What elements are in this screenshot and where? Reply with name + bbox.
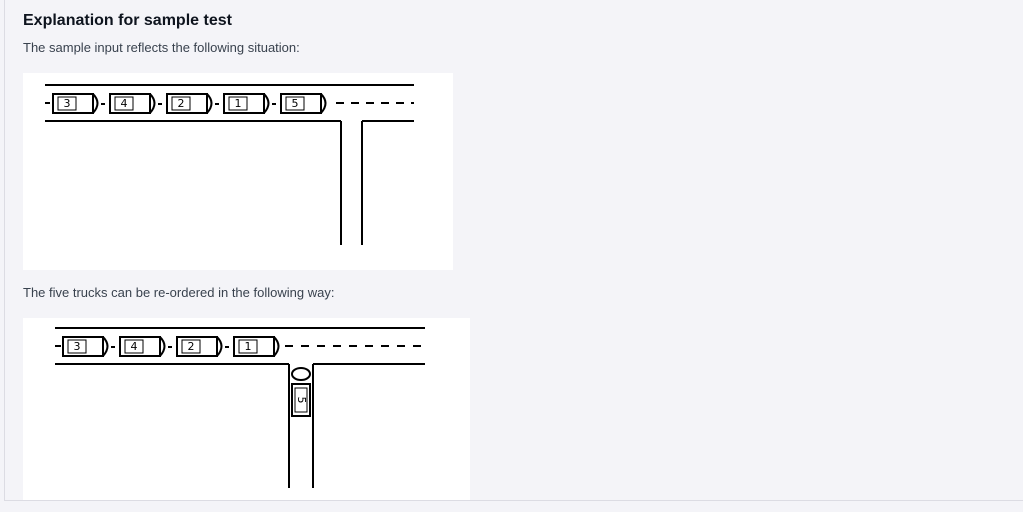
- truck-2: 2: [166, 93, 219, 114]
- truck-4: 4: [109, 93, 162, 114]
- reordered-situation-diagram: 3 4 2 1 5: [55, 327, 425, 488]
- truck-1: 1: [223, 93, 276, 114]
- truck-5: 5: [280, 93, 327, 114]
- truck-label: 5: [292, 97, 299, 110]
- branch-truck-label: 5: [295, 397, 308, 404]
- initial-situation-figure: 3 4 2 1 5: [23, 73, 453, 270]
- truck-3: 3: [62, 336, 115, 357]
- explanation-card: Explanation for sample test The sample i…: [4, 0, 1023, 501]
- truck-label: 4: [121, 97, 128, 110]
- truck-label: 4: [131, 340, 138, 353]
- branch-truck-cab: [291, 367, 311, 381]
- intro-text: The sample input reflects the following …: [23, 40, 300, 55]
- truck-3: 3: [52, 93, 105, 114]
- truck-label: 3: [64, 97, 71, 110]
- initial-situation-diagram: 3 4 2 1 5: [45, 84, 414, 245]
- truck-label: 1: [235, 97, 242, 110]
- truck-label: 3: [74, 340, 81, 353]
- truck-1: 1: [233, 336, 280, 357]
- branch-truck: 5: [291, 367, 311, 417]
- reorder-text: The five trucks can be re-ordered in the…: [23, 285, 335, 300]
- section-title: Explanation for sample test: [23, 12, 232, 29]
- truck-2: 2: [176, 336, 229, 357]
- truck-label: 1: [245, 340, 252, 353]
- truck-label: 2: [188, 340, 195, 353]
- truck-label: 2: [178, 97, 185, 110]
- reordered-situation-figure: 3 4 2 1 5: [23, 318, 470, 500]
- truck-4: 4: [119, 336, 172, 357]
